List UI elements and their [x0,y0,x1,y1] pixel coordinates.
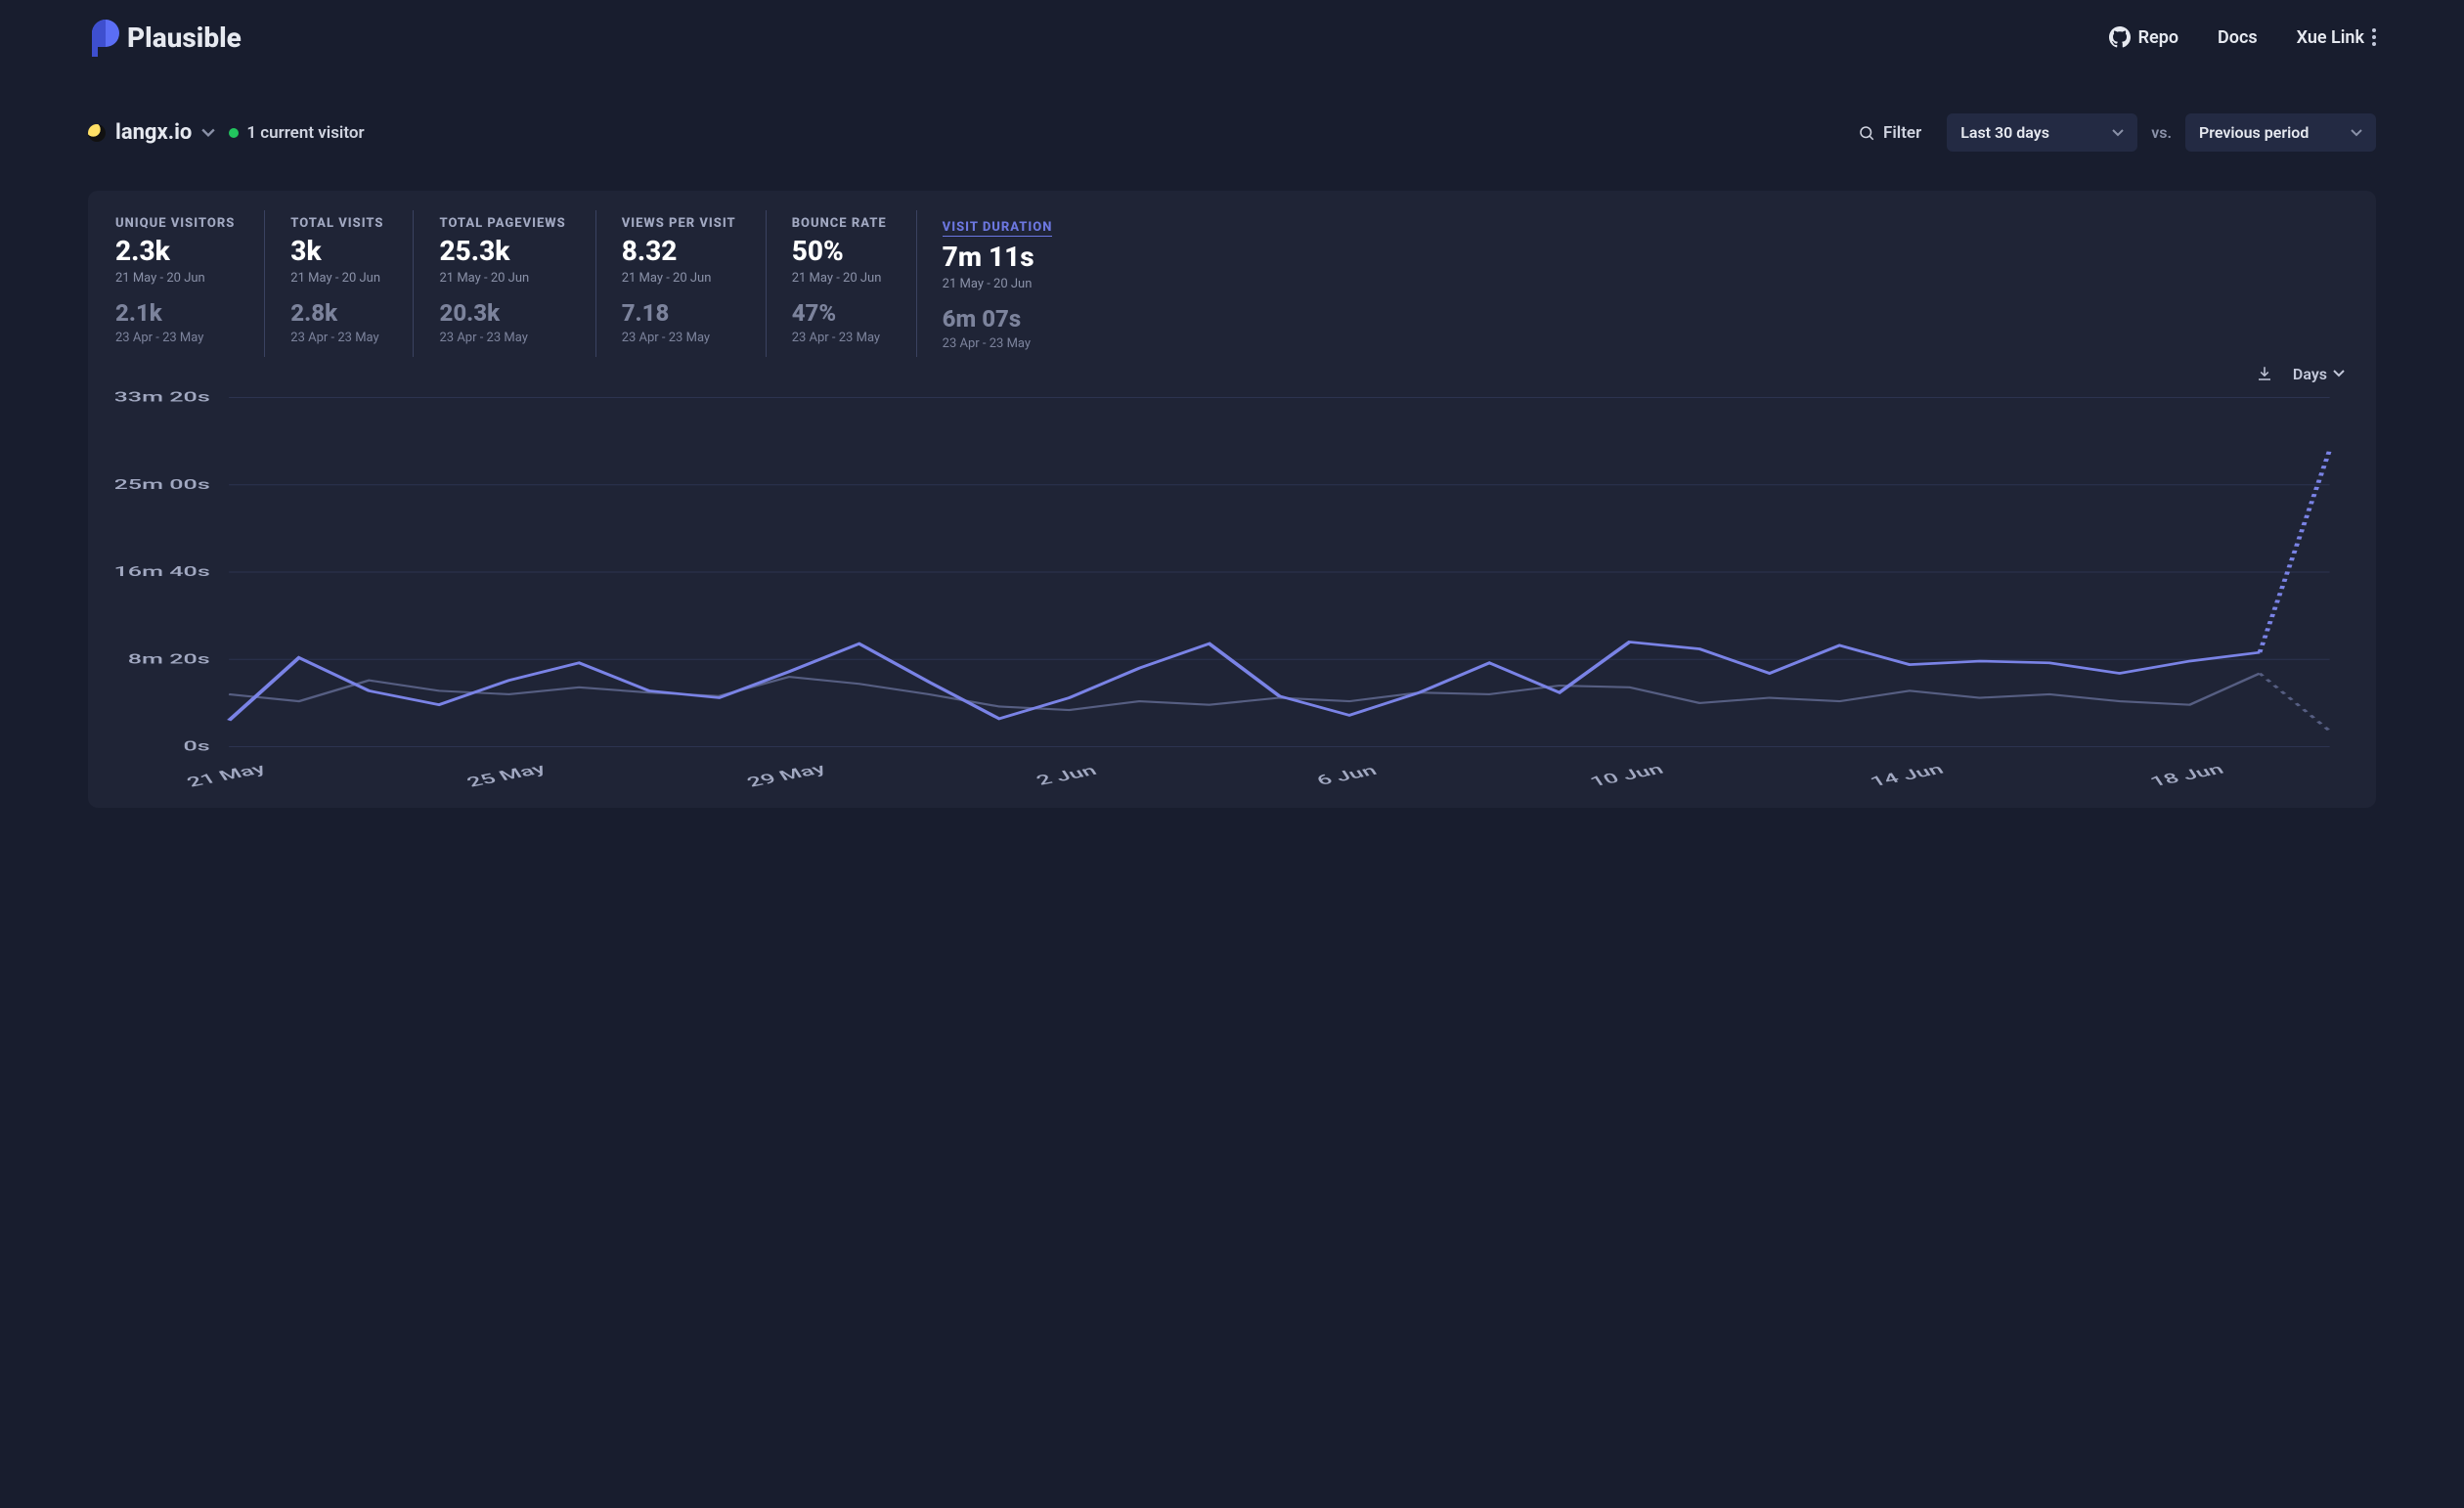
stat-card[interactable]: Total visits 3k 21 May - 20 Jun 2.8k 23 Apr … [290,210,414,357]
stat-card[interactable]: Total pageviews 25.3k 21 May - 20 Jun 20.3k… [439,210,595,357]
svg-text:6 Jun: 6 Jun [1313,762,1381,788]
stat-label: Total pageviews [439,216,565,231]
top-nav: Plausible Repo Docs Xue Link [0,0,2464,74]
brand-logo[interactable]: Plausible [88,18,242,57]
nav-right: Repo Docs Xue Link [2109,26,2376,48]
docs-label: Docs [2218,27,2258,48]
stat-date-range: 21 May - 20 Jun [943,277,1053,291]
stat-prev-date-range: 23 Apr - 23 May [622,331,736,345]
stat-label: Visit duration [943,220,1053,237]
compare-select[interactable]: Previous period [2185,113,2376,152]
stat-prev-value: 2.1k [115,299,235,327]
stat-prev-date-range: 23 Apr - 23 May [943,336,1053,351]
docs-link[interactable]: Docs [2218,27,2258,48]
period-select[interactable]: Last 30 days [1947,113,2137,152]
user-name: Xue Link [2297,27,2364,48]
svg-text:25 May: 25 May [463,760,550,790]
svg-text:8m 20s: 8m 20s [128,650,210,666]
stats-panel: Unique visitors 2.3k 21 May - 20 Jun 2.1k 23… [88,191,2376,808]
stat-date-range: 21 May - 20 Jun [439,271,565,286]
site-favicon-icon [88,124,106,142]
stat-value: 8.32 [622,237,736,267]
stat-card[interactable]: Views per visit 8.32 21 May - 20 Jun 7.18 23… [622,210,767,357]
stat-prev-date-range: 23 Apr - 23 May [290,331,383,345]
stat-value: 25.3k [439,237,565,267]
svg-text:16m 40s: 16m 40s [115,563,210,579]
svg-text:21 May: 21 May [183,760,269,790]
svg-text:0s: 0s [184,738,210,754]
stat-label: Unique visitors [115,216,235,231]
stat-label: Views per visit [622,216,736,231]
svg-text:14 Jun: 14 Jun [1867,761,1947,789]
stat-value: 7m 11s [943,243,1053,273]
stat-card[interactable]: Bounce rate 50% 21 May - 20 Jun 47% 23 Apr -… [792,210,917,357]
github-icon [2109,26,2131,48]
vs-label: vs. [2151,123,2172,142]
chart-toolbar: Days [115,357,2349,383]
filter-label: Filter [1883,123,1921,143]
chevron-down-icon [2351,127,2362,139]
compare-value: Previous period [2199,123,2309,142]
stat-date-range: 21 May - 20 Jun [115,271,235,286]
stat-prev-value: 2.8k [290,299,383,327]
chevron-down-icon [2112,127,2124,139]
interval-value: Days [2293,365,2327,383]
filter-button[interactable]: Filter [1846,115,1933,151]
more-icon [2372,28,2376,46]
svg-text:18 Jun: 18 Jun [2146,761,2226,789]
svg-text:10 Jun: 10 Jun [1586,761,1666,789]
live-dot-icon [229,128,239,138]
stat-prev-date-range: 23 Apr - 23 May [439,331,565,345]
stat-prev-date-range: 23 Apr - 23 May [115,331,235,345]
stat-label: Bounce rate [792,216,887,231]
stat-prev-value: 47% [792,299,887,327]
chevron-down-icon [201,126,215,140]
brand-name: Plausible [127,22,242,54]
stat-prev-value: 20.3k [439,299,565,327]
svg-text:29 May: 29 May [743,760,829,790]
stat-value: 2.3k [115,237,235,267]
svg-text:25m 00s: 25m 00s [115,476,210,492]
stat-label: Total visits [290,216,383,231]
stat-card[interactable]: Visit duration 7m 11s 21 May - 20 Jun 6m 07… [943,210,1082,357]
stat-prev-value: 6m 07s [943,305,1053,333]
live-text: 1 current visitor [246,123,364,143]
stats-row: Unique visitors 2.3k 21 May - 20 Jun 2.1k 23… [115,210,2349,357]
site-domain: langx.io [115,120,192,145]
live-visitors[interactable]: 1 current visitor [229,123,364,143]
plausible-logo-icon [88,18,119,57]
controls-row: langx.io 1 current visitor Filter Last 3… [88,113,2376,152]
svg-text:2 Jun: 2 Jun [1033,762,1100,788]
stat-prev-value: 7.18 [622,299,736,327]
interval-select[interactable]: Days [2293,365,2345,383]
chart: 0s 8m 20s 16m 40s 25m 00s 33m 20s 21 May 25 Ma… [115,387,2349,798]
chevron-down-icon [2333,368,2345,379]
stat-date-range: 21 May - 20 Jun [290,271,383,286]
site-switcher[interactable]: langx.io [88,120,215,145]
stat-value: 50% [792,237,887,267]
repo-label: Repo [2138,27,2178,48]
stat-value: 3k [290,237,383,267]
download-icon[interactable] [2256,365,2273,382]
repo-link[interactable]: Repo [2109,26,2178,48]
user-menu[interactable]: Xue Link [2297,27,2376,48]
stat-date-range: 21 May - 20 Jun [792,271,887,286]
stat-card[interactable]: Unique visitors 2.3k 21 May - 20 Jun 2.1k 23… [115,210,265,357]
period-value: Last 30 days [1960,123,2049,142]
search-icon [1858,124,1875,142]
svg-text:33m 20s: 33m 20s [115,389,210,405]
stat-date-range: 21 May - 20 Jun [622,271,736,286]
stat-prev-date-range: 23 Apr - 23 May [792,331,887,345]
